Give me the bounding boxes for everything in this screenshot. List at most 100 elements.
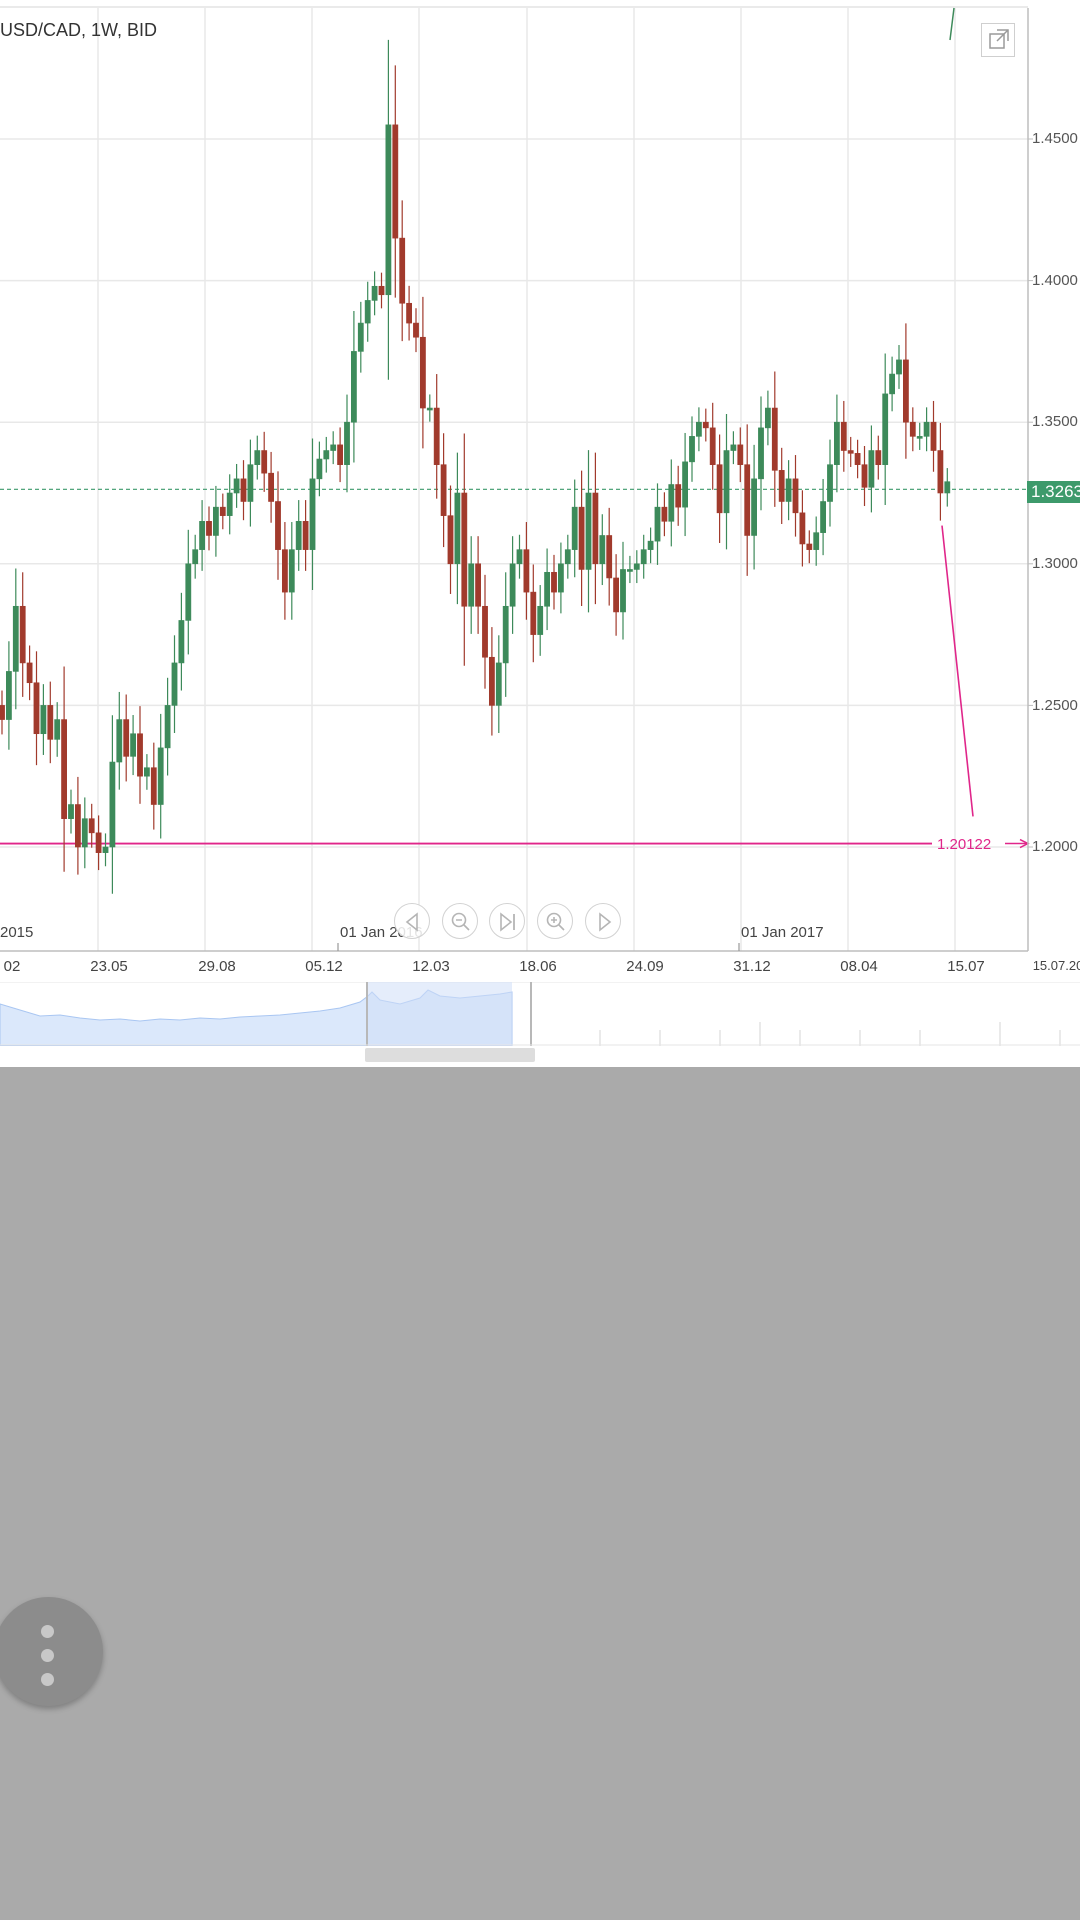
triangle-left-icon [405,912,418,932]
candle-body [606,535,613,579]
scrollbar-thumb[interactable] [365,1048,535,1062]
x-axis-label: 15.07.20 [1032,958,1080,973]
go-to-latest-button[interactable] [489,903,525,939]
candle-body [916,436,923,439]
projection-trend-line [941,525,974,817]
candle-body [585,492,592,570]
candle-body [40,705,47,735]
candle-body [882,393,889,465]
candle-body [551,571,557,593]
zoom-out-icon [451,912,470,931]
zoom-out-button[interactable] [442,903,478,939]
candle-body [171,662,178,706]
x-axis-major-label: 01 Jan 2017 [741,924,824,941]
navigator-overview[interactable] [0,982,1080,1046]
x-axis-label: 29.08 [198,958,236,975]
candle-body [150,767,157,805]
current-price-label: 1.3263 [1027,481,1080,503]
candle-body [661,506,668,522]
candle-body [47,705,54,740]
y-axis-label: 1.4000 [1032,272,1078,289]
candle-body [564,549,571,565]
scroll-right-button[interactable] [585,903,621,939]
candle-body [130,733,136,757]
candle-body [695,421,702,437]
y-axis-label: 1.3500 [1032,413,1078,430]
candle-body [254,450,261,465]
candle-body [268,472,274,502]
candle-body [827,464,833,502]
candle-body [288,549,295,593]
candle-body [440,464,447,516]
candle-body [509,563,516,607]
x-axis-label: 12.03 [412,958,450,975]
x-axis-label: 08.04 [840,958,878,975]
candle-body [875,450,882,465]
scroll-left-button[interactable] [394,903,430,939]
candle-body [737,444,744,465]
candle-body [889,373,895,395]
candle-body [937,450,944,494]
zoom-in-icon [546,912,565,931]
x-axis-label: 15.07 [947,958,985,975]
candle-body [102,846,109,853]
x-axis-label: 24.09 [626,958,664,975]
candle-body [426,407,433,411]
skip-to-end-icon [500,912,515,932]
expand-chart-button[interactable] [981,23,1015,57]
candle-body [364,300,371,324]
candle-body [461,492,468,607]
chart-title: USD/CAD, 1W, BID [0,20,158,40]
candle-body [240,478,247,502]
candle-body [337,444,343,465]
candle-body [944,481,951,494]
candle-body [516,549,523,565]
candle-body [578,506,585,570]
candle-body [840,421,847,451]
target-price-label: 1.20122 [937,836,992,853]
y-axis-label: 1.2500 [1032,697,1078,714]
x-axis-label: 18.06 [519,958,557,975]
candle-body [233,478,240,494]
candle-body [433,407,440,465]
candle-body [626,569,633,572]
candle-body [847,450,854,454]
candle-body [185,563,192,621]
x-axis-label: 05.12 [305,958,343,975]
trend-line-segment [949,7,955,41]
zoom-in-button[interactable] [537,903,573,939]
candle-body [716,464,723,514]
candle-body [192,549,199,565]
candle-body [109,761,116,848]
candle-body [592,492,599,565]
more-options-button[interactable] [0,1597,103,1706]
candle-body [820,501,826,533]
candle-body [12,605,19,672]
candle-body [771,407,778,471]
candle-body [330,444,337,451]
candle-body [137,733,143,777]
candle-body [813,532,820,550]
candle-body [675,484,682,508]
candle-body [854,453,861,465]
candle-body [909,421,916,437]
chart-panel[interactable]: USD/CAD, 1W, BID 1.3263 1.20122 1.4500 1… [0,0,1080,1067]
candle-body [385,124,392,296]
candle-body [33,682,40,735]
candle-body [247,464,254,502]
candle-body [371,285,378,301]
x-axis-label: 23.05 [90,958,128,975]
candle-body [702,421,709,429]
candle-body [523,549,530,593]
candle-body [689,436,695,463]
candle-body [723,450,730,514]
candle-body [213,506,219,536]
candle-body [613,577,619,613]
candle-body [751,478,757,536]
candle-body [778,470,785,502]
candle-body [406,302,412,324]
x-axis-label: 02 [3,958,21,975]
candle-body [302,521,309,550]
expand-icon [989,29,1009,49]
candle-body [68,804,74,819]
